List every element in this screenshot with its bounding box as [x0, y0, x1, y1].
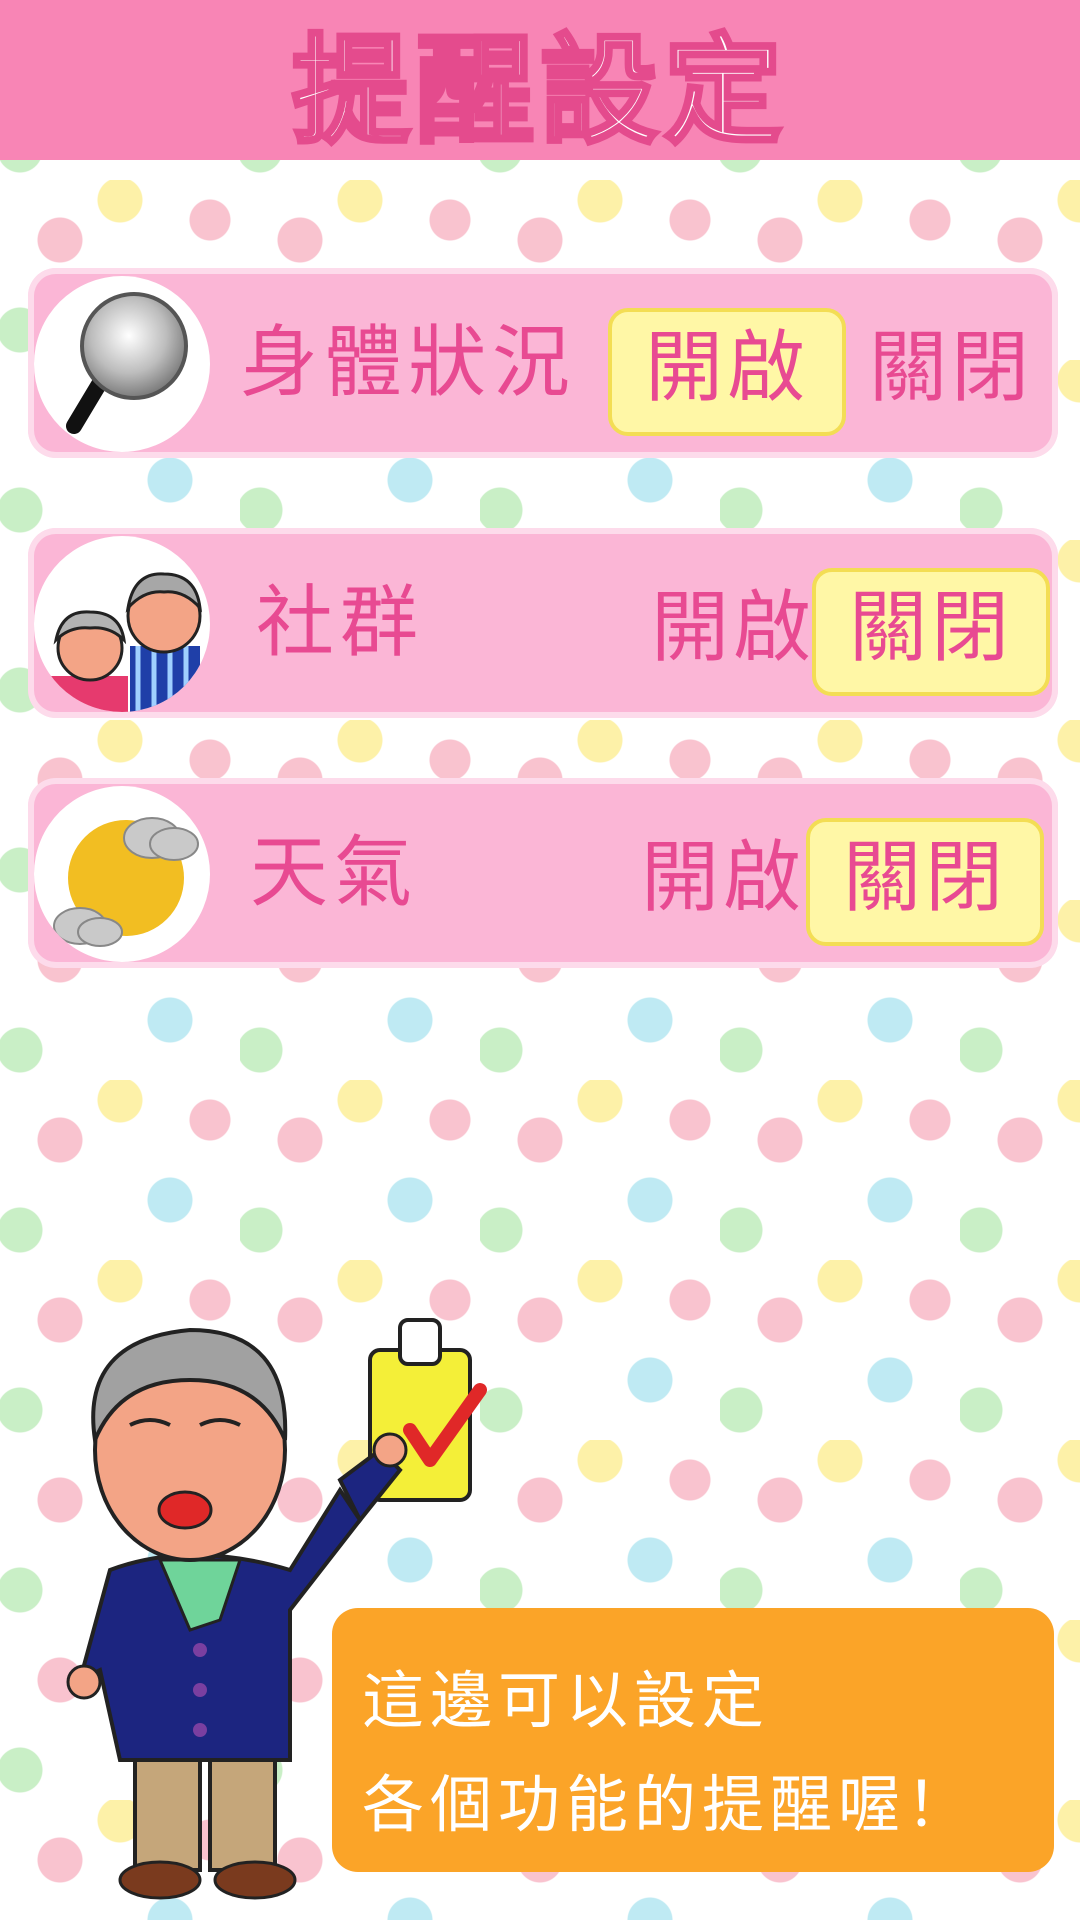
reminder-label: 天氣	[250, 828, 419, 918]
reminder-row-body-condition: 身體狀況 開啟 關閉	[28, 268, 1058, 458]
on-option-button[interactable]: 開啟	[608, 308, 846, 436]
reminder-row-social: 社群 開啟 關閉	[28, 528, 1058, 718]
tip-text-line-2: 各個功能的提醒喔！	[362, 1768, 975, 1841]
elderly-couple-icon	[34, 536, 210, 712]
page-title: 提醒設定	[290, 20, 788, 162]
magnifier-icon	[34, 276, 210, 452]
tip-text-line-1: 這邊可以設定	[362, 1664, 771, 1737]
reminder-label: 身體狀況	[240, 318, 577, 408]
tip-speech-bubble: 這邊可以設定 各個功能的提醒喔！	[332, 1608, 1054, 1872]
reminder-row-weather: 天氣 開啟 關閉	[28, 778, 1058, 968]
reminder-label: 社群	[256, 578, 425, 668]
on-option-button[interactable]: 開啟	[608, 818, 838, 938]
off-option-button[interactable]: 關閉	[806, 818, 1044, 946]
sun-cloud-icon	[34, 786, 210, 962]
off-option-button[interactable]: 關閉	[836, 308, 1066, 428]
header-bar: 提醒設定	[0, 0, 1080, 162]
off-option-button[interactable]: 關閉	[812, 568, 1050, 696]
